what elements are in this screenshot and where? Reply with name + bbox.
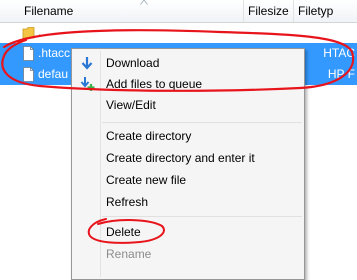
menu-item-label: Refresh bbox=[106, 195, 149, 209]
menu-item-label: Delete bbox=[106, 225, 141, 239]
menu-item-refresh[interactable]: Refresh bbox=[72, 191, 304, 213]
menu-item-rename: Rename bbox=[72, 243, 304, 265]
context-menu: Download Add files to queue View/Edit Cr… bbox=[71, 48, 305, 280]
file-list-header: Filename Filesize Filetyp bbox=[0, 0, 357, 23]
list-item-name: .. bbox=[38, 25, 45, 39]
menu-item-label: Create directory and enter it bbox=[106, 151, 255, 165]
column-header-filesize[interactable]: Filesize bbox=[244, 0, 294, 22]
column-header-filename-label: Filename bbox=[24, 4, 74, 18]
menu-item-label: Add files to queue bbox=[106, 77, 203, 91]
file-icon bbox=[23, 46, 34, 61]
column-header-filename[interactable]: Filename bbox=[20, 0, 244, 22]
sort-ascending-icon bbox=[140, 0, 148, 5]
add-to-queue-icon bbox=[80, 77, 95, 91]
menu-item-download[interactable]: Download bbox=[72, 52, 304, 74]
menu-separator bbox=[102, 122, 302, 123]
download-arrow-icon bbox=[81, 57, 93, 70]
menu-item-create-directory-and-enter[interactable]: Create directory and enter it bbox=[72, 147, 304, 169]
file-icon bbox=[23, 67, 34, 82]
list-item-filetype: HTAC bbox=[323, 46, 355, 60]
menu-item-create-new-file[interactable]: Create new file bbox=[72, 169, 304, 191]
menu-separator bbox=[102, 216, 302, 217]
list-item-filetype: HP F bbox=[327, 67, 355, 81]
list-item-parent-directory[interactable]: .. bbox=[0, 22, 357, 43]
menu-item-add-files-to-queue[interactable]: Add files to queue bbox=[72, 73, 304, 95]
menu-item-view-edit[interactable]: View/Edit bbox=[72, 94, 304, 116]
menu-item-label: Rename bbox=[106, 247, 152, 261]
column-header-filetype-label: Filetyp bbox=[298, 4, 334, 18]
menu-item-label: Download bbox=[106, 56, 160, 70]
menu-item-delete[interactable]: Delete bbox=[72, 221, 304, 243]
column-header-filetype[interactable]: Filetyp bbox=[294, 0, 357, 22]
list-item-name: defau bbox=[38, 67, 69, 81]
menu-item-label: Create new file bbox=[106, 173, 187, 187]
menu-item-label: View/Edit bbox=[106, 98, 156, 112]
list-item-name: .htacc bbox=[38, 46, 71, 60]
column-header-filesize-label: Filesize bbox=[248, 4, 289, 18]
menu-item-create-directory[interactable]: Create directory bbox=[72, 125, 304, 147]
menu-item-label: Create directory bbox=[106, 129, 192, 143]
folder-icon bbox=[22, 27, 35, 39]
